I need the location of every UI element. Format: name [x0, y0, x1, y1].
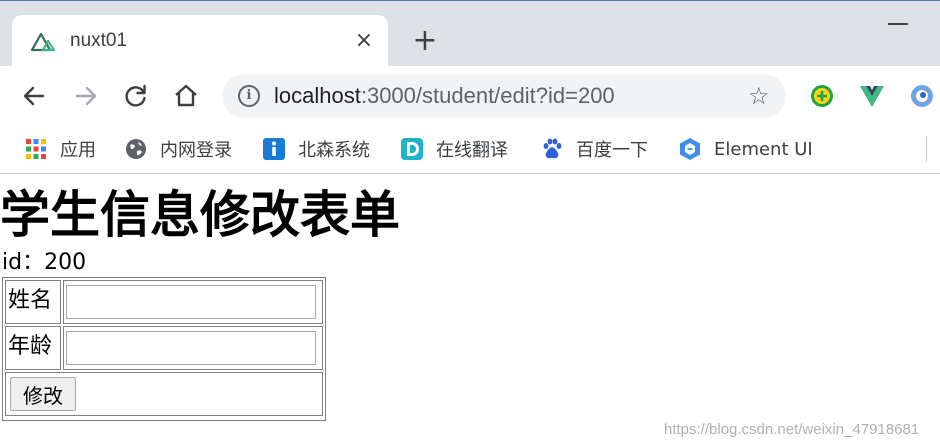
- bookmark-label: 内网登录: [160, 140, 232, 161]
- modify-button[interactable]: 修改: [10, 377, 76, 411]
- submit-cell: 修改: [5, 372, 323, 416]
- bookmark-label: Element UI: [714, 138, 813, 160]
- bookmark-label: 应用: [60, 140, 96, 161]
- baidu-paw-icon: [543, 138, 562, 159]
- bookmark-intranet-login[interactable]: 内网登录: [124, 136, 232, 162]
- bookmark-apps[interactable]: 应用: [24, 136, 96, 162]
- bookmark-element-ui[interactable]: Element UI: [678, 136, 813, 162]
- bookmarks-bar: 应用 内网登录 北森系统 在线翻译 百度一下 Element UI: [0, 126, 940, 174]
- forward-arrow-icon[interactable]: [72, 82, 100, 110]
- globe-icon: [126, 139, 146, 159]
- name-row: 姓名: [5, 280, 323, 324]
- student-id-text: id：200: [2, 250, 87, 275]
- apps-grid-icon: [26, 139, 46, 159]
- age-label: 年龄: [5, 326, 61, 370]
- bookmark-label: 在线翻译: [436, 140, 508, 161]
- address-bar[interactable]: i localhost:3000/student/edit?id=200 ☆: [222, 74, 786, 118]
- nuxt-logo-icon: [30, 32, 56, 52]
- age-row: 年龄: [5, 326, 323, 370]
- watermark-text: https://blog.csdn.net/weixin_47918681: [664, 421, 920, 438]
- bookmark-baidu[interactable]: 百度一下: [540, 136, 648, 162]
- page-content: 学生信息修改表单 id：200 姓名 年龄 修改 https://blog.cs…: [0, 175, 940, 446]
- tab-strip: nuxt01 × +: [0, 0, 940, 67]
- tab-title: nuxt01: [70, 30, 128, 51]
- url-path: :3000/student/edit?id=200: [360, 83, 615, 108]
- bookmark-online-translate[interactable]: 在线翻译: [400, 136, 508, 162]
- name-input-cell: [63, 280, 323, 324]
- bookmark-label: 北森系统: [298, 140, 370, 161]
- extension-plus-icon[interactable]: [808, 82, 836, 110]
- translate-d-icon: [401, 138, 423, 160]
- bookmark-beisen[interactable]: 北森系统: [262, 136, 370, 162]
- bookmarks-divider: [926, 136, 927, 162]
- info-square-icon: [263, 138, 285, 160]
- site-info-icon[interactable]: i: [238, 85, 260, 107]
- close-tab-icon[interactable]: ×: [352, 29, 376, 53]
- back-arrow-icon[interactable]: [20, 82, 48, 110]
- vue-devtools-icon[interactable]: [858, 82, 886, 110]
- edit-form-table: 姓名 年龄 修改: [2, 277, 326, 421]
- page-title: 学生信息修改表单: [0, 186, 400, 244]
- element-hexagon-icon: [680, 138, 700, 160]
- submit-row: 修改: [5, 372, 323, 416]
- age-input[interactable]: [66, 331, 316, 365]
- reload-icon[interactable]: [122, 82, 150, 110]
- age-input-cell: [63, 326, 323, 370]
- new-tab-button[interactable]: +: [410, 26, 440, 57]
- extension-swirl-icon[interactable]: [908, 82, 936, 110]
- bookmark-star-icon[interactable]: ☆: [748, 82, 770, 110]
- url-host: localhost: [274, 83, 361, 108]
- minimize-window-icon[interactable]: [888, 23, 908, 25]
- home-icon[interactable]: [172, 82, 200, 110]
- address-url: localhost:3000/student/edit?id=200: [274, 83, 615, 109]
- name-input[interactable]: [66, 285, 316, 319]
- name-label: 姓名: [5, 280, 61, 324]
- browser-toolbar: i localhost:3000/student/edit?id=200 ☆: [0, 66, 940, 126]
- browser-tab-active[interactable]: nuxt01 ×: [12, 15, 388, 67]
- bookmark-label: 百度一下: [576, 140, 648, 161]
